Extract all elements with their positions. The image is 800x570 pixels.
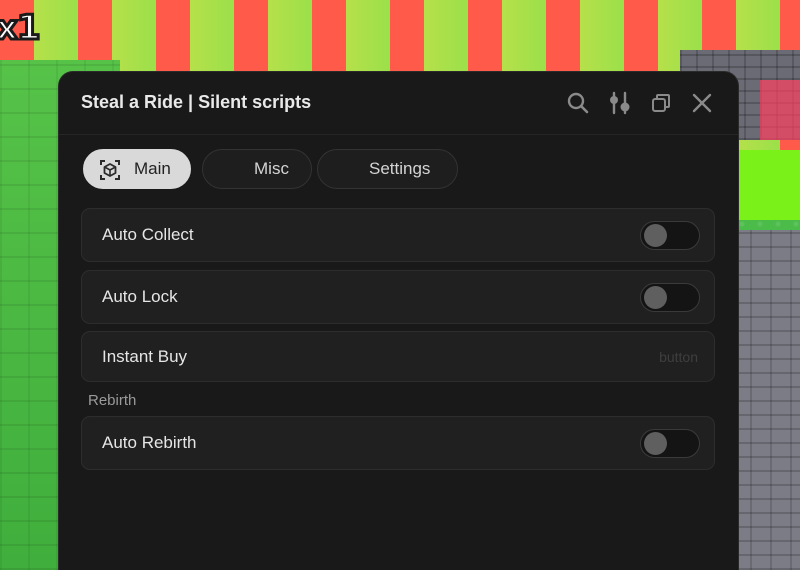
auto-rebirth-label: Auto Rebirth — [102, 433, 197, 452]
script-window: Steal a Ride | Silent scripts Main Misc … — [59, 72, 738, 570]
tab-settings[interactable]: Settings — [317, 149, 458, 189]
tab-misc[interactable]: Misc — [202, 149, 312, 189]
instant-buy-label: Instant Buy — [102, 347, 188, 366]
sliders-icon[interactable] — [607, 90, 633, 116]
toggle-knob — [644, 432, 667, 455]
instant-buy-button[interactable]: Instant Buy button — [81, 331, 715, 382]
red-glow — [760, 80, 800, 140]
close-icon[interactable] — [689, 90, 715, 116]
tab-main-label: Main — [134, 159, 171, 178]
button-hint: button — [659, 349, 698, 365]
auto-lock-toggle[interactable] — [640, 283, 700, 312]
tab-settings-label: Settings — [369, 159, 431, 178]
cube-icon — [98, 158, 122, 182]
tab-misc-label: Misc — [254, 159, 289, 178]
minimize-icon[interactable] — [648, 90, 674, 116]
auto-lock-row[interactable]: Auto Lock — [81, 270, 715, 324]
search-icon[interactable] — [565, 90, 591, 116]
toggle-knob — [644, 286, 667, 309]
auto-collect-label: Auto Collect — [102, 225, 194, 244]
section-title-rebirth: Rebirth — [88, 392, 137, 409]
auto-collect-row[interactable]: Auto Collect — [81, 208, 715, 262]
auto-rebirth-toggle[interactable] — [640, 429, 700, 458]
gray-floor-right — [730, 230, 800, 570]
tab-main[interactable]: Main — [83, 149, 191, 189]
auto-rebirth-row[interactable]: Auto Rebirth — [81, 416, 715, 470]
window-titlebar[interactable]: Steal a Ride | Silent scripts — [59, 72, 738, 135]
auto-collect-toggle[interactable] — [640, 221, 700, 250]
toggle-knob — [644, 224, 667, 247]
auto-lock-label: Auto Lock — [102, 287, 178, 306]
multiplier-text: x1 — [0, 7, 42, 50]
lime-block — [738, 150, 800, 220]
window-title: Steal a Ride | Silent scripts — [81, 92, 312, 112]
